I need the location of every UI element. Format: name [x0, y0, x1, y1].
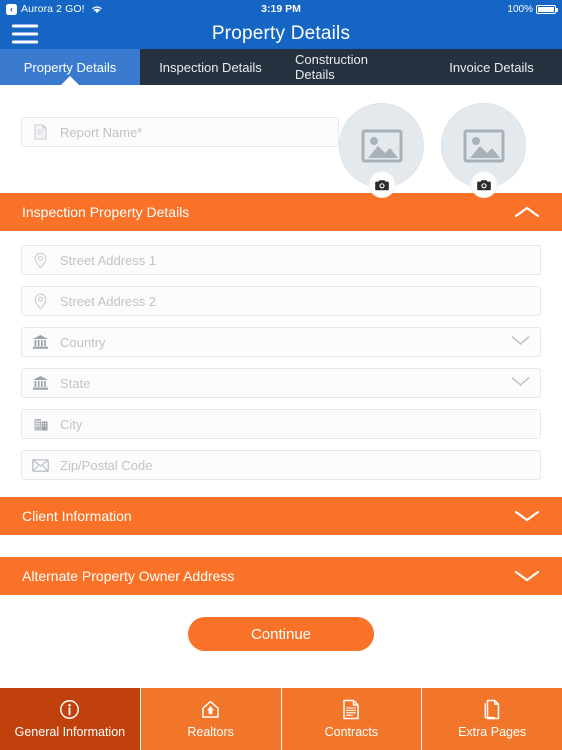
bottom-nav-label: General Information [14, 725, 126, 739]
bank-building-icon [32, 375, 49, 392]
hamburger-menu-icon[interactable] [12, 24, 38, 43]
bank-building-icon [32, 334, 49, 351]
photo-thumbnails [339, 103, 562, 197]
battery-full-icon [536, 4, 558, 14]
home-icon [200, 699, 221, 720]
image-placeholder-icon [361, 129, 402, 162]
camera-icon[interactable] [369, 172, 394, 197]
continue-button-wrapper: Continue [0, 595, 562, 651]
section-title: Client Information [22, 508, 132, 524]
status-bar: ‹ Aurora 2 GO! 3:19 PM 100% [0, 0, 562, 18]
street-address-1-input[interactable]: Street Address 1 [21, 245, 541, 275]
chevron-up-icon[interactable] [514, 204, 540, 220]
bottom-nav-general-information[interactable]: General Information [0, 688, 141, 750]
location-pin-icon [32, 293, 49, 310]
back-chevron-icon[interactable]: ‹ [6, 3, 17, 15]
field-placeholder: Country [60, 334, 106, 350]
image-placeholder-icon [463, 129, 504, 162]
section-body-inspection-property-details: Street Address 1 Street Address 2 Countr… [0, 231, 562, 497]
field-placeholder: Street Address 1 [60, 252, 157, 268]
section-spacer [0, 535, 562, 557]
report-name-input[interactable]: Report Name* [21, 117, 339, 147]
tab-construction-details[interactable]: Construction Details [281, 49, 421, 85]
app-root: ‹ Aurora 2 GO! 3:19 PM 100% Property Det… [0, 0, 562, 750]
navigation-bar: Property Details [0, 18, 562, 49]
tab-inspection-details[interactable]: Inspection Details [140, 49, 281, 85]
document-icon [32, 124, 49, 141]
section-header-client-information[interactable]: Client Information [0, 497, 562, 535]
city-input[interactable]: City [21, 409, 541, 439]
battery-percent-label: 100% [507, 3, 533, 15]
main-content: Report Name* Inspection Property Details… [0, 85, 562, 688]
bottom-nav-contracts[interactable]: Contracts [281, 688, 423, 750]
location-pin-icon [32, 252, 49, 269]
camera-icon[interactable] [471, 172, 496, 197]
photo-placeholder-2[interactable] [441, 103, 526, 197]
section-title: Alternate Property Owner Address [22, 568, 235, 584]
report-photos-row: Report Name* [0, 85, 562, 197]
country-select[interactable]: Country [21, 327, 541, 357]
bottom-navigation-bar: General Information Realtors Contracts E… [0, 688, 562, 750]
contract-document-icon [342, 699, 360, 720]
pages-icon [482, 699, 502, 720]
bottom-nav-label: Extra Pages [458, 725, 527, 739]
chevron-down-icon[interactable] [514, 508, 540, 524]
tab-label: Inspection Details [159, 59, 262, 75]
bottom-nav-extra-pages[interactable]: Extra Pages [422, 688, 562, 750]
envelope-icon [32, 457, 49, 474]
page-title: Property Details [211, 22, 351, 44]
continue-button[interactable]: Continue [188, 617, 374, 651]
tab-label: Property Details [23, 59, 117, 75]
carrier-label: Aurora 2 GO! [21, 3, 85, 15]
section-header-alternate-property-owner-address[interactable]: Alternate Property Owner Address [0, 557, 562, 595]
info-circle-icon [59, 699, 80, 720]
tab-property-details[interactable]: Property Details [0, 49, 140, 85]
report-name-wrapper: Report Name* [0, 103, 339, 147]
chevron-down-icon[interactable] [514, 568, 540, 584]
state-select[interactable]: State [21, 368, 541, 398]
bottom-nav-label: Contracts [324, 725, 379, 739]
status-bar-right: 100% [507, 3, 558, 15]
report-name-placeholder: Report Name* [60, 124, 143, 140]
chevron-down-icon[interactable] [511, 333, 530, 351]
street-address-2-input[interactable]: Street Address 2 [21, 286, 541, 316]
tab-label: Construction Details [295, 52, 368, 82]
zip-postal-code-input[interactable]: Zip/Postal Code [21, 450, 541, 480]
tab-invoice-details[interactable]: Invoice Details [421, 49, 562, 85]
field-placeholder: City [60, 416, 83, 432]
tab-bar: Property Details Inspection Details Cons… [0, 49, 562, 85]
section-title: Inspection Property Details [22, 204, 190, 220]
bottom-nav-label: Realtors [187, 725, 234, 739]
wifi-icon [91, 4, 103, 14]
office-building-icon [32, 416, 49, 433]
field-placeholder: Zip/Postal Code [60, 457, 153, 473]
status-bar-left: ‹ Aurora 2 GO! [6, 3, 103, 15]
bottom-nav-realtors[interactable]: Realtors [140, 688, 282, 750]
field-placeholder: Street Address 2 [60, 293, 157, 309]
section-header-inspection-property-details[interactable]: Inspection Property Details [0, 193, 562, 231]
chevron-down-icon[interactable] [511, 374, 530, 392]
field-placeholder: State [60, 375, 91, 391]
photo-placeholder-1[interactable] [339, 103, 424, 197]
tab-label: Invoice Details [449, 59, 534, 75]
